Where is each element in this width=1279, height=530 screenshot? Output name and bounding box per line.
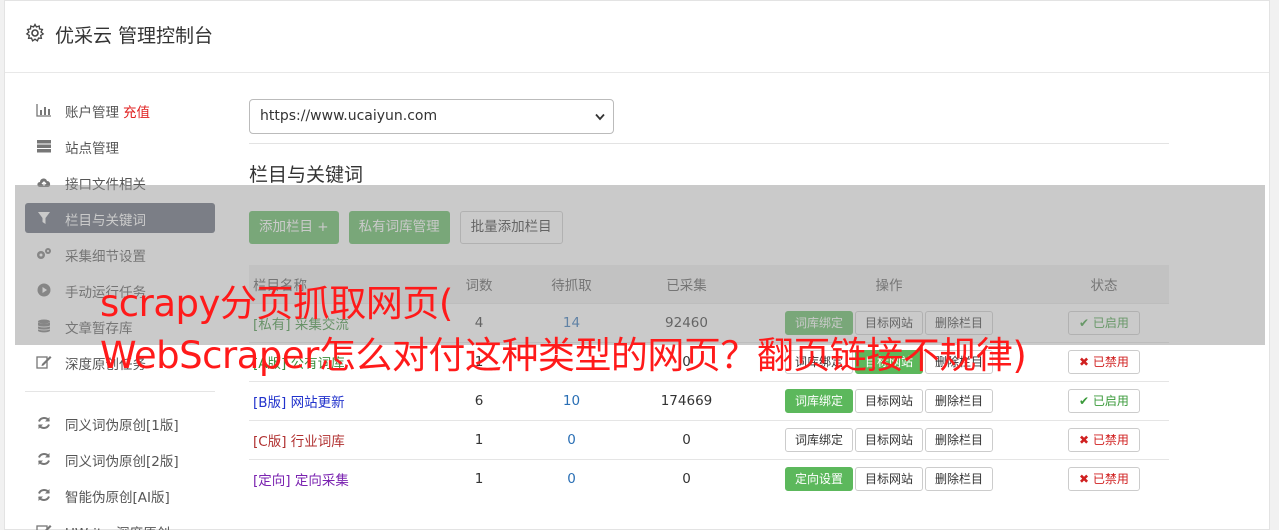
- header: 优采云 管理控制台: [5, 1, 1269, 73]
- sidebar-item-label: 智能伪原创[AI版]: [65, 490, 170, 506]
- column-name[interactable]: [定向] 定向采集: [249, 458, 449, 498]
- target-site-button[interactable]: 目标网站: [854, 466, 923, 491]
- refresh-icon: [38, 417, 50, 429]
- column-name[interactable]: [B版] 网站更新: [249, 380, 449, 420]
- refresh-icon: [38, 489, 50, 501]
- directed-settings-button[interactable]: 定向设置: [784, 466, 853, 491]
- edit-icon: [36, 356, 52, 369]
- pending-count[interactable]: 0: [509, 419, 634, 459]
- sidebar-item-ai-rewrite[interactable]: 智能伪原创[AI版]: [25, 480, 215, 510]
- pending-count[interactable]: 0: [509, 458, 634, 498]
- word-count: 6: [449, 380, 509, 420]
- word-count: 1: [449, 458, 509, 498]
- sidebar-item-label: 站点管理: [65, 141, 119, 157]
- sidebar-divider: [25, 391, 215, 392]
- server-icon: [37, 140, 51, 153]
- target-site-button[interactable]: 目标网站: [854, 388, 923, 413]
- overlay-caption-line-1: scrapy分页抓取网页(: [100, 282, 453, 325]
- divider: [249, 143, 1169, 144]
- edit-icon: [36, 525, 52, 530]
- actions-cell: 词库绑定目标网站删除栏目: [739, 419, 1039, 459]
- page-title: 优采云 管理控制台: [55, 25, 214, 47]
- actions-cell: 词库绑定目标网站删除栏目: [739, 380, 1039, 420]
- delete-column-button[interactable]: 删除栏目: [925, 427, 994, 452]
- sidebar-item-synonym-v1[interactable]: 同义词伪原创[1版]: [25, 408, 215, 438]
- site-select-value: https://www.ucaiyun.com: [260, 108, 438, 124]
- sidebar-item-uwriter[interactable]: UWriter深度原创: [25, 516, 215, 530]
- sidebar-item-label: 账户管理: [65, 105, 119, 121]
- word-count: 1: [449, 419, 509, 459]
- sidebar-item-label: UWriter深度原创: [65, 522, 170, 530]
- status-cell: ✔ 已启用: [1039, 380, 1169, 420]
- recharge-link[interactable]: 充值: [123, 105, 150, 121]
- target-site-button[interactable]: 目标网站: [854, 427, 923, 452]
- delete-column-button[interactable]: 删除栏目: [925, 388, 994, 413]
- status-cell: ✖ 已禁用: [1039, 458, 1169, 498]
- section-title: 栏目与关键词: [249, 164, 364, 186]
- status-badge[interactable]: ✖ 已禁用: [1068, 466, 1140, 491]
- site-select[interactable]: https://www.ucaiyun.com: [249, 99, 614, 134]
- sidebar-item-synonym-v2[interactable]: 同义词伪原创[2版]: [25, 444, 215, 474]
- status-badge[interactable]: ✖ 已禁用: [1068, 349, 1140, 374]
- lexicon-bind-button[interactable]: 词库绑定: [784, 427, 853, 452]
- table-row: [B版] 网站更新 6 10 174669 词库绑定 目标网站 删除栏目 ✔ 已启用: [249, 380, 1169, 420]
- status-badge[interactable]: ✔ 已启用: [1068, 388, 1140, 413]
- delete-column-button[interactable]: 删除栏目: [925, 466, 994, 491]
- table-row: [C版] 行业词库 1 0 0 词库绑定 目标网站 删除栏目 ✖ 已禁用: [249, 419, 1169, 459]
- gear-icon: [25, 23, 45, 42]
- status-badge[interactable]: ✖ 已禁用: [1068, 427, 1140, 452]
- chevron-down-icon: [595, 113, 605, 121]
- overlay-caption-line-2: WebScraper怎么对付这种类型的网页？翻页链接不规律): [100, 334, 1027, 377]
- refresh-icon: [38, 453, 50, 465]
- status-cell: ✖ 已禁用: [1039, 419, 1169, 459]
- sidebar-item-sites[interactable]: 站点管理: [25, 131, 215, 161]
- table-row: [定向] 定向采集 1 0 0 定向设置 目标网站 删除栏目 ✖ 已禁用: [249, 458, 1169, 498]
- actions-cell: 定向设置 目标网站 删除栏目: [739, 458, 1039, 498]
- collected-count: 0: [634, 419, 739, 459]
- collected-count: 174669: [634, 380, 739, 420]
- collected-count: 0: [634, 458, 739, 498]
- sidebar-item-label: 同义词伪原创[1版]: [65, 418, 179, 434]
- column-name[interactable]: [C版] 行业词库: [249, 419, 449, 459]
- sidebar-item-label: 同义词伪原创[2版]: [65, 454, 179, 470]
- status-cell: ✖ 已禁用: [1039, 341, 1169, 381]
- pending-count[interactable]: 10: [509, 380, 634, 420]
- sidebar-item-account[interactable]: 账户管理 充值: [25, 95, 215, 125]
- lexicon-bind-button[interactable]: 词库绑定: [784, 388, 853, 413]
- bar-chart-icon: [36, 104, 51, 117]
